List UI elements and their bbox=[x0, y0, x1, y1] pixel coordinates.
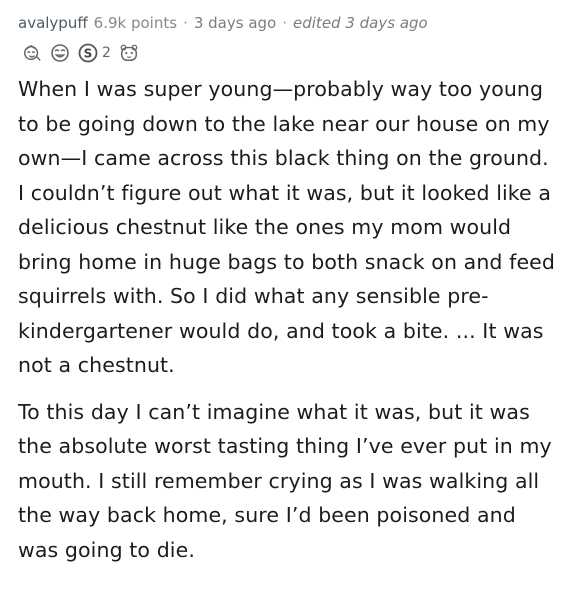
award-list: S 2 bbox=[22, 40, 558, 66]
comment-meta: avalypuff 6.9k points · 3 days ago · edi… bbox=[18, 14, 558, 36]
comment-body: When I was super young—probably way too … bbox=[18, 72, 558, 567]
comment-paragraph: When I was super young—probably way too … bbox=[18, 77, 555, 377]
comment-author[interactable]: avalypuff bbox=[18, 14, 88, 32]
comment-edited: edited 3 days ago bbox=[293, 14, 428, 32]
comment-age: 3 days ago bbox=[193, 14, 277, 32]
comment-points: 6.9k points bbox=[93, 14, 178, 32]
meta-separator: · bbox=[282, 14, 288, 32]
comment: avalypuff 6.9k points · 3 days ago · edi… bbox=[0, 0, 572, 567]
silver-s-award-icon[interactable]: S bbox=[78, 43, 98, 63]
comment-paragraph: To this day I can’t imagine what it was,… bbox=[18, 399, 552, 562]
face-with-tongue-award-icon[interactable] bbox=[22, 43, 42, 63]
svg-text:S: S bbox=[84, 47, 93, 61]
wholesome-hamster-award-icon[interactable] bbox=[119, 43, 139, 63]
silver-award-count: 2 bbox=[102, 45, 111, 61]
meta-separator: · bbox=[183, 14, 188, 32]
laughing-face-award-icon[interactable] bbox=[50, 43, 70, 63]
